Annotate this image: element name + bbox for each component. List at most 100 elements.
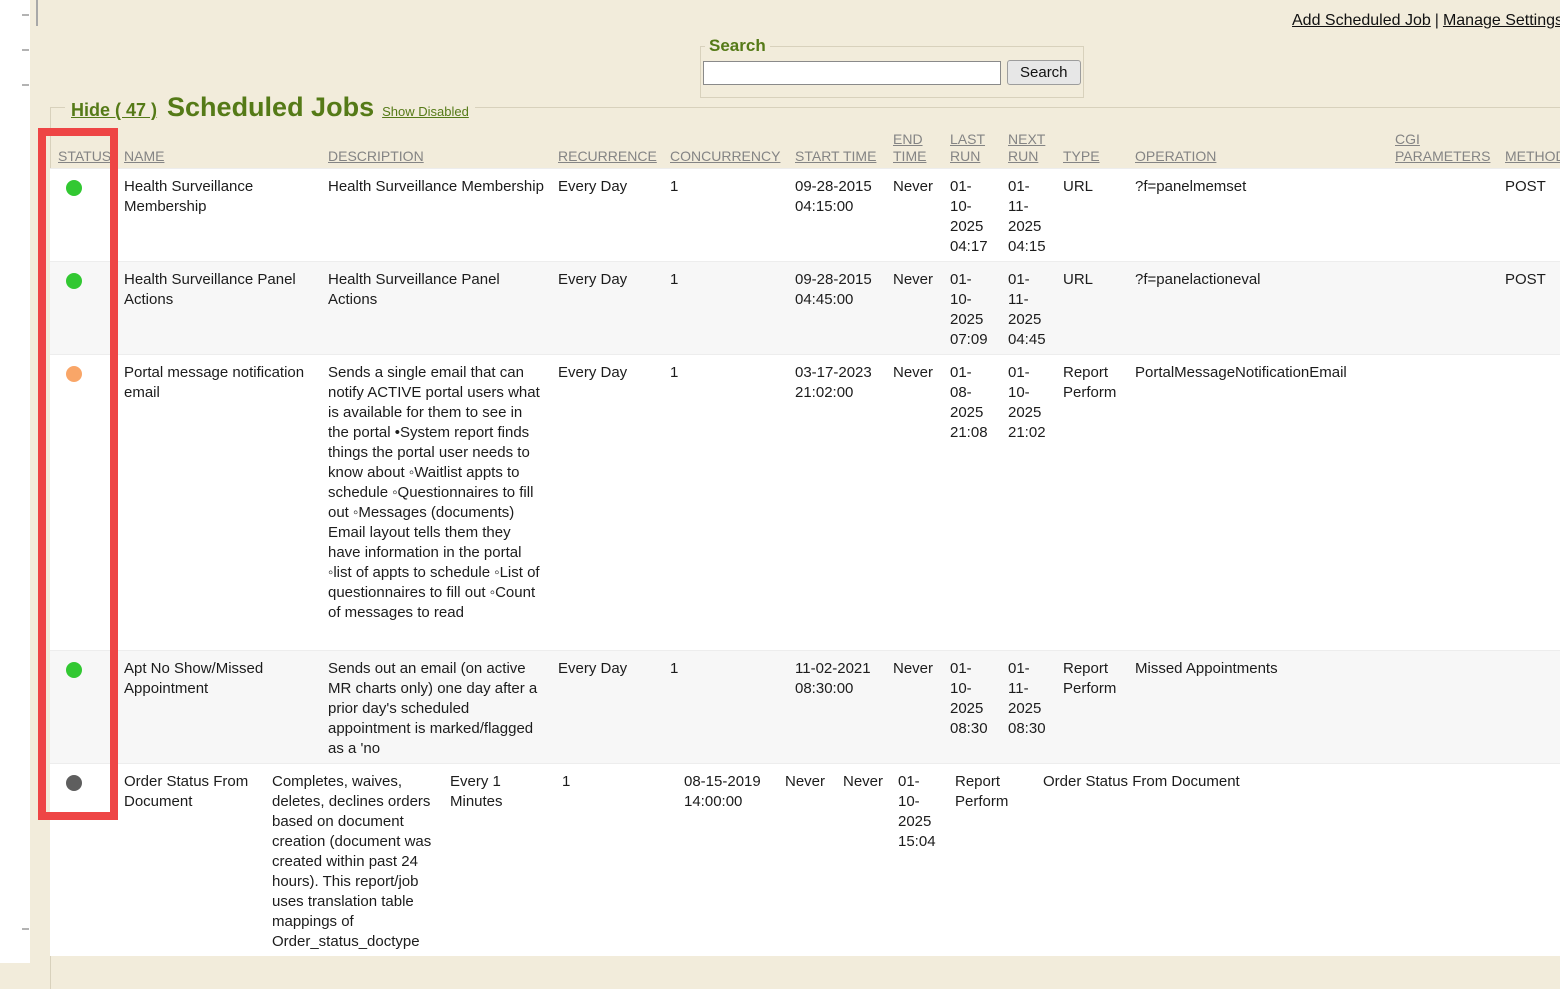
job-operation: Missed Appointments [1135,651,1395,763]
job-recurrence: Every Day [558,355,670,650]
status-dot [66,662,82,678]
job-concurrency: 1 [670,651,795,763]
job-last-run: 01-08-2025 21:08 [950,355,1008,650]
scheduled-jobs-table: STATUS NAME DESCRIPTION RECURRENCE CONCU… [50,122,1560,956]
column-header-recurrence[interactable]: RECURRENCE [558,148,657,165]
search-input[interactable] [703,61,1001,85]
column-header-operation[interactable]: OPERATION [1135,148,1216,165]
job-description: Health Surveillance Membership [328,169,558,261]
column-header-cgi-parameters[interactable]: CGI PARAMETERS [1395,131,1491,165]
job-next-run: 01-11-2025 04:15 [1008,169,1063,261]
job-start-time: 11-02-2021 08:30:00 [795,651,893,763]
job-name: Health Surveillance Panel Actions [124,262,328,354]
job-cgi-parameters [1395,355,1505,650]
table-row[interactable]: Portal message notification email Sends … [50,354,1560,650]
column-header-status[interactable]: STATUS [58,148,111,165]
job-last-run: 01-10-2025 04:17 [950,169,1008,261]
manage-settings-link[interactable]: Manage Settings [1443,12,1560,29]
job-type: Report Perform [1063,355,1135,650]
job-description: Health Surveillance Panel Actions [328,262,558,354]
job-concurrency: 1 [670,355,795,650]
job-name: Health Surveillance Membership [124,169,328,261]
column-header-end-time[interactable]: END TIME [893,131,936,165]
job-recurrence: Every Day [558,262,670,354]
column-header-next-run[interactable]: NEXT RUN [1008,131,1048,165]
edge-line [36,0,38,26]
page-title: Scheduled Jobs [167,92,374,122]
job-next-run: 01-11-2025 04:45 [1008,262,1063,354]
job-end-time: Never [893,262,950,354]
job-name: Portal message notification email [124,355,328,650]
table-row[interactable]: Health Surveillance Panel Actions Health… [50,261,1560,354]
job-end-time: Never [893,169,950,261]
job-operation: PortalMessageNotificationEmail [1135,355,1395,650]
hide-count-link[interactable]: Hide ( 47 ) [71,100,157,120]
scheduled-jobs-legend: Hide ( 47 ) Scheduled Jobs Show Disabled [65,92,475,123]
job-type: Report Perform [1063,651,1135,763]
job-recurrence: Every Day [558,169,670,261]
job-cgi-parameters [1395,651,1505,763]
status-dot [66,366,82,382]
job-next-run: 01-11-2025 08:30 [1008,651,1063,763]
job-type: Report Perform [955,764,1043,956]
job-method: POST [1505,262,1560,354]
gutter-tick [22,49,29,51]
job-start-time: 09-28-2015 04:15:00 [795,169,893,261]
job-description: Sends a single email that can notify ACT… [328,355,558,650]
job-recurrence: Every Day [558,651,670,763]
table-header-row: STATUS NAME DESCRIPTION RECURRENCE CONCU… [50,122,1560,168]
job-end-time: Never [893,651,950,763]
table-row[interactable]: Health Surveillance Membership Health Su… [50,168,1560,261]
job-next-run: 01-10-2025 15:04 [898,764,955,956]
search-button[interactable]: Search [1007,60,1081,85]
column-header-method[interactable]: METHOD [1505,148,1560,165]
status-dot [66,775,82,791]
column-header-name[interactable]: NAME [124,148,164,165]
job-start-time: 03-17-2023 21:02:00 [795,355,893,650]
job-name: Order Status From Document [124,764,272,956]
job-method [1453,764,1560,956]
job-cgi-parameters [1343,764,1453,956]
job-method [1505,355,1560,650]
add-scheduled-job-link[interactable]: Add Scheduled Job [1292,12,1431,29]
top-action-links: Add Scheduled Job|Manage Settings [1292,12,1560,30]
job-operation: ?f=panelmemset [1135,169,1395,261]
status-dot [66,273,82,289]
job-type: URL [1063,262,1135,354]
gutter-tick [22,14,29,16]
job-last-run: Never [843,764,898,956]
column-header-last-run[interactable]: LAST RUN [950,131,990,165]
job-recurrence: Every 1 Minutes [450,764,562,956]
job-method [1505,651,1560,763]
table-row[interactable]: Apt No Show/Missed Appointment Sends out… [50,650,1560,763]
column-header-start-time[interactable]: START TIME [795,148,876,165]
job-type: URL [1063,169,1135,261]
job-concurrency: 1 [670,169,795,261]
column-header-concurrency[interactable]: CONCURRENCY [670,148,780,165]
job-start-time: 08-15-2019 14:00:00 [684,764,785,956]
search-panel: Search Search [700,36,1084,98]
job-last-run: 01-10-2025 07:09 [950,262,1008,354]
job-cgi-parameters [1395,262,1505,354]
link-separator: | [1435,12,1439,29]
job-name: Apt No Show/Missed Appointment [124,651,328,763]
search-panel-legend: Search [705,36,770,56]
table-row[interactable]: Order Status From Document Completes, wa… [50,763,1560,956]
job-last-run: 01-10-2025 08:30 [950,651,1008,763]
left-gutter [0,0,30,963]
job-method: POST [1505,169,1560,261]
show-disabled-link[interactable]: Show Disabled [382,104,469,119]
column-header-description[interactable]: DESCRIPTION [328,148,424,165]
gutter-tick [22,928,29,930]
job-start-time: 09-28-2015 04:45:00 [795,262,893,354]
job-end-time: Never [893,355,950,650]
gutter-tick [22,84,29,86]
job-operation: ?f=panelactioneval [1135,262,1395,354]
job-concurrency: 1 [562,764,684,956]
job-cgi-parameters [1395,169,1505,261]
job-operation: Order Status From Document [1043,764,1343,956]
job-end-time: Never [785,764,843,956]
status-dot [66,180,82,196]
column-header-type[interactable]: TYPE [1063,148,1100,165]
job-description: Sends out an email (on active MR charts … [328,651,558,763]
